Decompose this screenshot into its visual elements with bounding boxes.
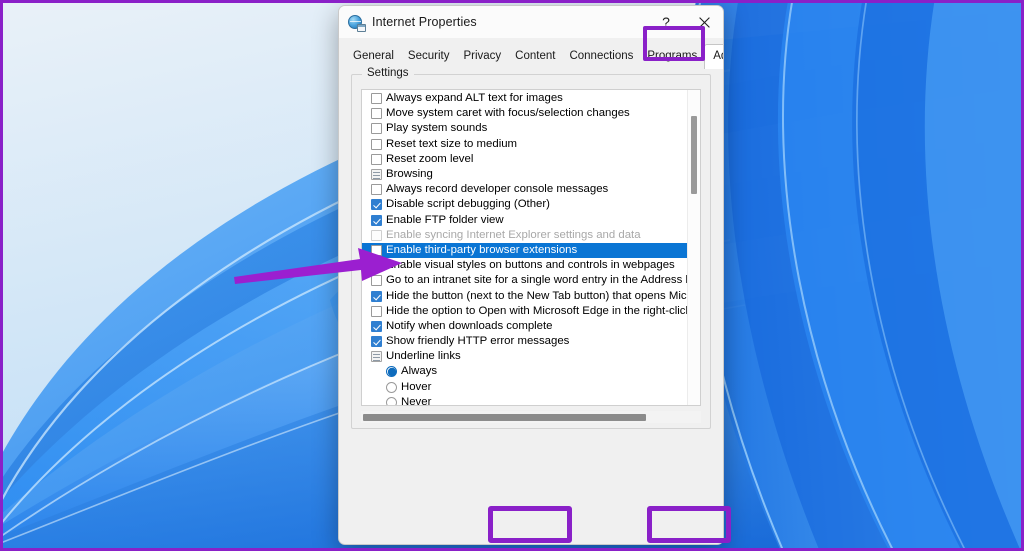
checkbox[interactable]: [371, 138, 382, 150]
settings-list-item[interactable]: Notify when downloads complete: [362, 319, 700, 334]
settings-item-label: Enable third-party browser extensions: [386, 243, 578, 256]
checkbox[interactable]: [371, 229, 382, 241]
tab-privacy[interactable]: Privacy: [456, 45, 508, 68]
settings-list-item[interactable]: Enable visual styles on buttons and cont…: [362, 258, 700, 273]
radio-button[interactable]: [386, 381, 397, 393]
settings-item-label: Reset text size to medium: [386, 137, 518, 150]
settings-list-item[interactable]: Hide the button (next to the New Tab but…: [362, 288, 700, 303]
tab-advanced[interactable]: Advanced: [704, 44, 723, 69]
radio-button[interactable]: [386, 396, 397, 405]
list-vertical-scrollbar[interactable]: [687, 90, 700, 405]
purple-pointer-arrow: [234, 248, 402, 284]
settings-list-item[interactable]: Disable script debugging (Other): [362, 197, 700, 212]
settings-item-label: Never: [401, 395, 432, 406]
dialog-title: Internet Properties: [372, 15, 477, 29]
settings-item-label: Always: [401, 365, 438, 378]
tab-connections[interactable]: Connections: [562, 45, 640, 68]
checkbox[interactable]: [371, 108, 382, 120]
settings-item-label: Hover: [401, 380, 432, 393]
checkbox[interactable]: [371, 123, 382, 135]
checkbox[interactable]: [371, 320, 382, 332]
tab-security[interactable]: Security: [401, 45, 457, 68]
help-button[interactable]: ?: [647, 6, 685, 38]
settings-list-item[interactable]: Move system caret with focus/selection c…: [362, 106, 700, 121]
settings-item-label: Underline links: [386, 350, 461, 363]
dialog-titlebar: Internet Properties ?: [339, 6, 723, 38]
checkbox[interactable]: [371, 290, 382, 302]
settings-item-label: Move system caret with focus/selection c…: [386, 107, 630, 120]
checkbox[interactable]: [371, 93, 382, 105]
settings-item-label: Enable FTP folder view: [386, 213, 504, 226]
settings-item-label: Go to an intranet site for a single word…: [386, 274, 701, 287]
settings-groupbox: Settings Always expand ALT text for imag…: [351, 67, 711, 429]
list-horizontal-scrollbar[interactable]: [361, 411, 701, 423]
settings-item-label: Always expand ALT text for images: [386, 92, 563, 105]
radio-button[interactable]: [386, 366, 397, 378]
settings-item-label: Hide the option to Open with Microsoft E…: [386, 304, 701, 317]
settings-item-label: Enable visual styles on buttons and cont…: [386, 259, 675, 272]
settings-list-item[interactable]: Hover: [362, 380, 700, 395]
settings-list-item[interactable]: Enable syncing Internet Explorer setting…: [362, 228, 700, 243]
tab-programs[interactable]: Programs: [640, 45, 704, 68]
checkbox[interactable]: [371, 305, 382, 317]
settings-item-label: Enable syncing Internet Explorer setting…: [386, 228, 641, 241]
settings-item-label: Disable script debugging (Other): [386, 198, 550, 211]
checkbox[interactable]: [371, 199, 382, 211]
settings-list-item[interactable]: Enable third-party browser extensions: [362, 242, 700, 259]
settings-item-label: Hide the button (next to the New Tab but…: [386, 289, 700, 302]
list-horizontal-scroll-thumb[interactable]: [363, 414, 646, 421]
settings-list-item[interactable]: Show friendly HTTP error messages: [362, 334, 700, 349]
settings-list-item[interactable]: Always: [362, 364, 700, 379]
settings-item-label: Always record developer console messages: [386, 183, 609, 196]
settings-list-item[interactable]: Reset text size to medium: [362, 137, 700, 152]
checkbox[interactable]: [371, 184, 382, 196]
category-icon: [371, 351, 382, 363]
settings-list-item[interactable]: Always record developer console messages: [362, 182, 700, 197]
checkbox[interactable]: [371, 214, 382, 226]
checkbox[interactable]: [371, 336, 382, 348]
checkbox[interactable]: [371, 153, 382, 165]
settings-item-label: Reset zoom level: [386, 152, 474, 165]
settings-list-item[interactable]: Enable FTP folder view: [362, 213, 700, 228]
category-icon: [371, 169, 382, 181]
settings-list-item[interactable]: Always expand ALT text for images: [362, 91, 700, 106]
settings-item-label: Browsing: [386, 168, 433, 181]
settings-item-label: Show friendly HTTP error messages: [386, 335, 570, 348]
settings-list-items: Always expand ALT text for images Move sy…: [362, 90, 700, 406]
settings-list-item[interactable]: Reset zoom level: [362, 152, 700, 167]
settings-item-label: Play system sounds: [386, 122, 488, 135]
list-vertical-scroll-thumb[interactable]: [691, 116, 697, 194]
settings-list-item[interactable]: Go to an intranet site for a single word…: [362, 273, 700, 288]
internet-properties-icon: [348, 14, 366, 32]
tab-general[interactable]: General: [346, 45, 401, 68]
settings-list-item[interactable]: Browsing: [362, 167, 700, 182]
settings-list-item[interactable]: Hide the option to Open with Microsoft E…: [362, 304, 700, 319]
tab-content[interactable]: Content: [508, 45, 562, 68]
settings-legend: Settings: [362, 67, 414, 79]
settings-list-item[interactable]: Underline links: [362, 349, 700, 364]
close-icon[interactable]: [685, 6, 723, 38]
settings-item-label: Notify when downloads complete: [386, 319, 553, 332]
settings-listbox[interactable]: Always expand ALT text for images Move sy…: [361, 89, 701, 406]
tab-strip: General Security Privacy Content Connect…: [339, 26, 723, 69]
settings-list-item[interactable]: Never: [362, 395, 700, 406]
settings-list-item[interactable]: Play system sounds: [362, 121, 700, 136]
